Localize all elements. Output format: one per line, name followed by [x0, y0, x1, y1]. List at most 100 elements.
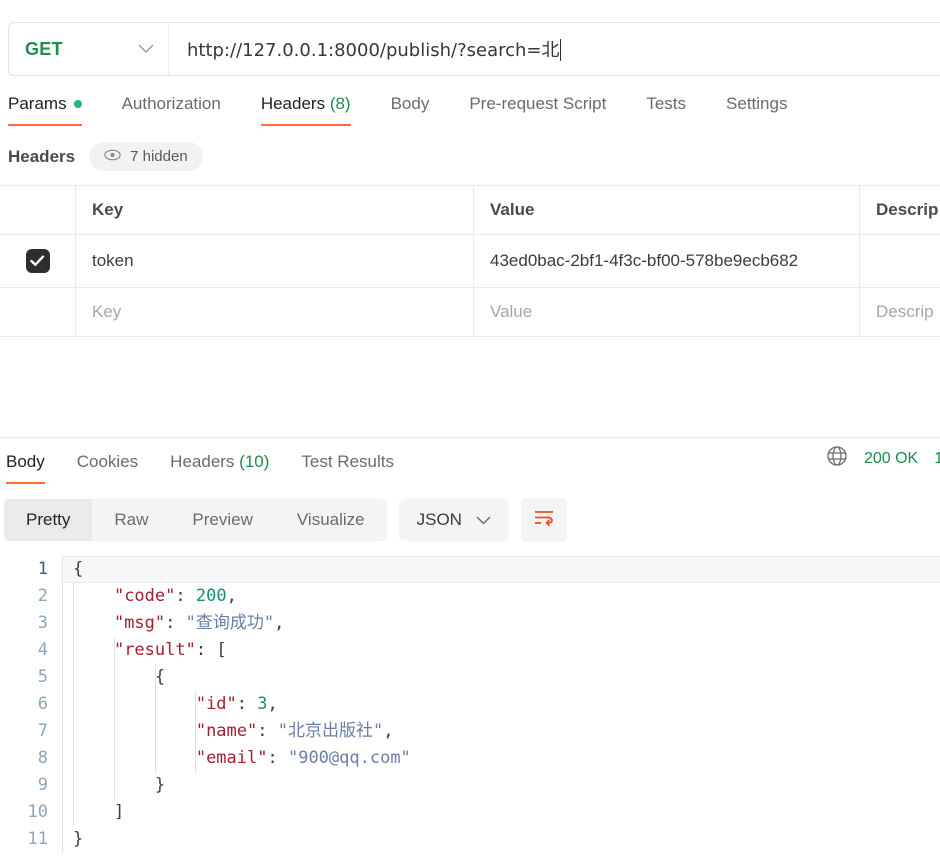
row-value[interactable]: 43ed0bac-2bf1-4f3c-bf00-578be9ecb682	[474, 235, 860, 287]
tab-tests[interactable]: Tests	[626, 94, 706, 126]
code-token: "email"	[195, 748, 268, 768]
tab-authorization[interactable]: Authorization	[102, 94, 241, 126]
indent-guide	[195, 691, 197, 772]
line-number: 7	[37, 721, 48, 741]
code-token: ,	[226, 586, 237, 606]
line-number: 5	[37, 667, 48, 687]
code-token: 3	[257, 694, 268, 714]
format-tab-raw[interactable]: Raw	[92, 499, 170, 541]
code-token: ,	[383, 721, 394, 741]
code-token: "查询成功"	[185, 613, 275, 633]
indent-guide	[113, 637, 115, 799]
column-header-key[interactable]: Key	[76, 186, 474, 234]
code-token: ]	[113, 802, 125, 822]
headers-section-title: Headers	[8, 146, 76, 166]
line-number-gutter: 1 2 3 4 5 6 7 8 9 10 11	[0, 556, 62, 853]
text-caret	[559, 39, 561, 61]
code-token: }	[73, 829, 84, 849]
code-token: :	[236, 694, 258, 714]
word-wrap-button[interactable]	[520, 498, 567, 542]
chevron-down-icon	[138, 42, 154, 57]
line-number: 2	[37, 586, 48, 606]
code-token: [	[216, 640, 227, 660]
globe-icon[interactable]	[826, 445, 848, 472]
code-area[interactable]: { "code": 200, "msg": "查询成功", "result": …	[62, 556, 940, 853]
table-placeholder-row: Key Value Descrip	[0, 288, 940, 336]
line-number: 4	[37, 640, 48, 660]
row-checkbox-cell	[0, 235, 76, 287]
response-tab-headers-label: Headers	[170, 452, 235, 471]
tab-params-label: Params	[8, 94, 67, 113]
url-bar: GET http://127.0.0.1:8000/publish/?searc…	[8, 22, 940, 76]
language-label: JSON	[416, 510, 462, 529]
request-tabs: Params Authorization Headers (8) Body Pr…	[0, 76, 940, 126]
response-time: 10	[934, 449, 940, 467]
code-line: }	[73, 772, 940, 799]
response-format-toolbar: Pretty Raw Preview Visualize JSON	[0, 484, 940, 542]
response-tab-test-results[interactable]: Test Results	[285, 452, 410, 484]
tab-headers[interactable]: Headers (8)	[241, 94, 371, 126]
row-checkbox[interactable]	[25, 249, 50, 273]
url-bar-container: GET http://127.0.0.1:8000/publish/?searc…	[0, 0, 940, 76]
format-tab-pretty[interactable]: Pretty	[4, 499, 93, 541]
line-number: 3	[37, 613, 48, 633]
eye-icon	[104, 148, 121, 165]
unsaved-dot-icon	[73, 99, 82, 108]
response-tab-headers-count: (10)	[239, 452, 270, 471]
line-number: 6	[37, 694, 48, 714]
placeholder-description[interactable]: Descrip	[860, 288, 940, 336]
response-tab-cookies[interactable]: Cookies	[61, 452, 154, 484]
column-header-value[interactable]: Value	[474, 186, 860, 234]
url-text: http://127.0.0.1:8000/publish/?search=北	[187, 40, 560, 61]
row-key[interactable]: token	[76, 235, 474, 287]
tab-authorization-label: Authorization	[121, 94, 221, 113]
tab-params[interactable]: Params	[8, 94, 102, 126]
code-line: "code": 200,	[73, 583, 940, 610]
code-token: "id"	[195, 694, 237, 714]
headers-subbar: Headers 7 hidden	[0, 126, 940, 171]
response-tab-headers[interactable]: Headers (10)	[154, 452, 285, 484]
code-line: }	[73, 826, 940, 853]
row-description[interactable]	[860, 235, 940, 287]
code-token: "msg"	[113, 613, 166, 633]
response-tab-cookies-label: Cookies	[76, 452, 139, 471]
line-number: 8	[37, 748, 48, 768]
tab-body[interactable]: Body	[371, 94, 450, 126]
method-selector[interactable]: GET	[9, 23, 169, 75]
language-selector[interactable]: JSON	[398, 499, 509, 541]
format-tab-preview[interactable]: Preview	[170, 499, 274, 541]
code-token: 200	[195, 586, 227, 606]
line-number: 11	[27, 829, 48, 849]
tab-body-label: Body	[390, 94, 430, 113]
placeholder-key[interactable]: Key	[76, 288, 474, 336]
tab-tests-label: Tests	[646, 94, 687, 113]
placeholder-checkbox-cell	[0, 288, 76, 336]
code-token: :	[195, 640, 217, 660]
chevron-down-icon	[476, 510, 491, 530]
hidden-headers-toggle[interactable]: 7 hidden	[89, 142, 203, 171]
code-token: }	[154, 775, 166, 795]
code-token: ,	[274, 613, 285, 633]
format-tab-visualize[interactable]: Visualize	[275, 499, 387, 541]
code-token: :	[175, 586, 196, 606]
code-token: "result"	[113, 640, 196, 660]
code-token: {	[73, 559, 84, 579]
tab-headers-count: (8)	[329, 94, 351, 113]
table-header-row: Key Value Descrip	[0, 186, 940, 235]
code-token: "name"	[195, 721, 258, 741]
code-line: "name": "北京出版社",	[73, 718, 940, 745]
method-label: GET	[25, 38, 63, 59]
table-header-checkbox-cell	[0, 186, 76, 234]
code-line: "email": "900@qq.com"	[73, 745, 940, 772]
tab-headers-label: Headers	[260, 94, 326, 113]
placeholder-value[interactable]: Value	[474, 288, 860, 336]
code-token: "900@qq.com"	[287, 748, 411, 768]
url-input[interactable]: http://127.0.0.1:8000/publish/?search=北	[169, 23, 940, 75]
column-header-description[interactable]: Descrip	[860, 186, 940, 234]
tab-pre-request-script[interactable]: Pre-request Script	[449, 94, 626, 126]
tab-settings[interactable]: Settings	[706, 94, 807, 126]
response-tab-body[interactable]: Body	[0, 452, 61, 484]
code-line: {	[73, 664, 940, 691]
response-body-viewer[interactable]: 1 2 3 4 5 6 7 8 9 10 11 { "code": 200, "msg": "查询成…	[0, 556, 940, 853]
code-line: "id": 3,	[73, 691, 940, 718]
